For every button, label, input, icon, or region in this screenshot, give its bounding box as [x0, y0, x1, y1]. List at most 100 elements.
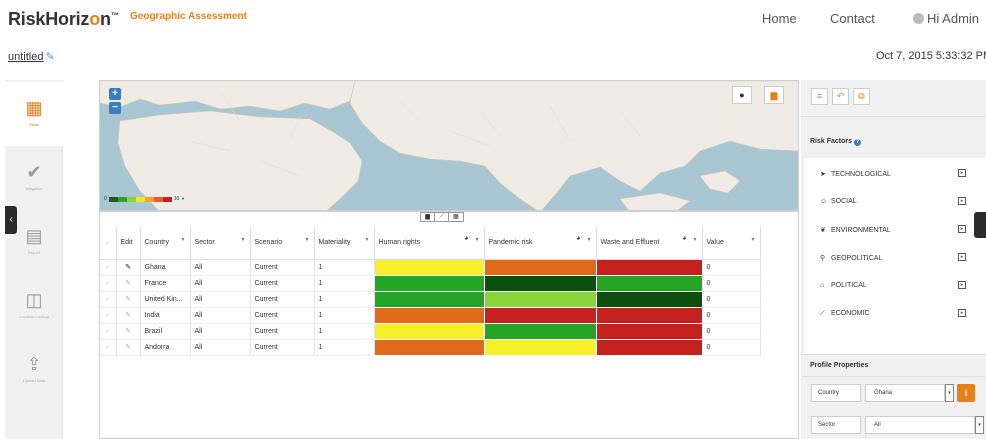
list-icon[interactable]: ≡: [811, 88, 828, 105]
chevron-down-icon[interactable]: ▾: [945, 384, 954, 402]
row-checkbox[interactable]: ✓: [100, 259, 117, 276]
row-checkbox[interactable]: ✓: [100, 339, 117, 356]
sector-select[interactable]: All: [865, 416, 975, 434]
country-select[interactable]: Ghana: [865, 384, 945, 402]
table-row[interactable]: ✓ ✎ United Kin... All Current 1 0: [100, 290, 761, 308]
heat-cell[interactable]: [483, 338, 597, 356]
column-header-scenario[interactable]: Scenario ▾: [250, 227, 315, 260]
globe-icon[interactable]: ◕: [682, 235, 686, 242]
chevron-down-icon[interactable]: ▾: [181, 236, 184, 243]
risk-factor-political[interactable]: ⌂ POLITICAL ▸: [820, 281, 970, 289]
heat-cell[interactable]: [373, 290, 485, 308]
world-map[interactable]: + − ● ▆ 0 10 ●: [99, 80, 799, 211]
zoom-out-button[interactable]: −: [109, 102, 121, 114]
expand-icon[interactable]: ▸: [958, 225, 966, 233]
heat-cell[interactable]: [483, 274, 597, 292]
table-row[interactable]: ✓ ✎ Ghana All Current 1 0: [100, 258, 761, 276]
edit-pencil-icon[interactable]: ✎: [116, 291, 141, 308]
edit-pencil-icon[interactable]: ✎: [116, 323, 141, 340]
cell-country: Andorra: [140, 339, 191, 356]
sidebar-item-map[interactable]: ◫ Location Lookup: [5, 274, 63, 338]
table-row[interactable]: ✓ ✎ Andorra All Current 1 0: [100, 338, 761, 356]
table-row[interactable]: ✓ ✎ Brazil All Current 1 0: [100, 322, 761, 340]
collapse-left-tab[interactable]: ‹: [5, 206, 17, 234]
info-icon[interactable]: i: [957, 384, 975, 402]
select-all-checkbox[interactable]: ✓: [100, 227, 117, 260]
column-header-value[interactable]: Value ▾: [702, 227, 761, 260]
sidebar-item-upload[interactable]: ⇪ Upload Data: [5, 338, 63, 402]
risk-factor-economic[interactable]: ⟋ ECONOMIC ▸: [820, 309, 970, 318]
table-row[interactable]: ✓ ✎ India All Current 1 0: [100, 306, 761, 324]
expand-icon[interactable]: ▸: [958, 197, 966, 205]
risk-factor-geopolitical[interactable]: ⚲ GEOPOLITICAL ▸: [820, 253, 970, 262]
edit-name-icon[interactable]: ✎: [45, 50, 54, 63]
edit-pencil-icon[interactable]: ✎: [116, 275, 141, 292]
column-header-sector[interactable]: Sector ▾: [190, 227, 251, 260]
column-header-waste-and-effluent[interactable]: Waste and Effluent ▾ ◕: [596, 227, 703, 260]
app-logo[interactable]: RiskHorizon™: [8, 9, 119, 30]
edit-pencil-icon[interactable]: ✎: [116, 339, 141, 356]
risk-factor-environmental[interactable]: ❦ ENVIRONMENTAL ▸: [820, 225, 970, 234]
heat-cell[interactable]: [483, 258, 597, 276]
legend-help-icon[interactable]: ●: [181, 196, 184, 202]
chevron-down-icon[interactable]: ▾: [241, 236, 244, 243]
column-header-pandemic-risk[interactable]: Pandemic risk ▾ ◕: [484, 227, 597, 260]
sidebar-item-table[interactable]: ▦ Table: [5, 82, 63, 146]
sidebar-item-check[interactable]: ✔ Mitigation: [5, 146, 63, 210]
chevron-down-icon[interactable]: ▾: [305, 236, 308, 243]
map-globe-button[interactable]: ●: [732, 86, 752, 104]
heat-cell[interactable]: [595, 274, 703, 292]
chevron-down-icon[interactable]: ▾: [693, 236, 696, 243]
risk-factor-technological[interactable]: ➤ TECHNOLOGICAL ▸: [820, 169, 970, 178]
view-line-button[interactable]: ⟋: [435, 213, 449, 221]
edit-pencil-icon[interactable]: ✎: [116, 259, 141, 276]
undo-icon[interactable]: ↶: [832, 88, 849, 105]
chevron-down-icon[interactable]: ▾: [475, 236, 478, 243]
row-checkbox[interactable]: ✓: [100, 275, 117, 292]
user-menu[interactable]: Hi Admin: [913, 11, 979, 26]
heat-cell[interactable]: [373, 258, 485, 276]
heat-cell[interactable]: [595, 338, 703, 356]
row-checkbox[interactable]: ✓: [100, 323, 117, 340]
heat-cell[interactable]: [373, 274, 485, 292]
heat-cell[interactable]: [595, 306, 703, 324]
heat-cell[interactable]: [595, 258, 703, 276]
column-header-edit[interactable]: Edit: [116, 227, 141, 260]
map-chart-button[interactable]: ▆: [764, 86, 784, 104]
row-checkbox[interactable]: ✓: [100, 291, 117, 308]
heat-cell[interactable]: [483, 290, 597, 308]
heat-cell[interactable]: [483, 322, 597, 340]
chevron-down-icon[interactable]: ▾: [751, 236, 754, 243]
column-header-country[interactable]: Country ▾: [140, 227, 191, 260]
chevron-down-icon[interactable]: ▾: [365, 236, 368, 243]
nav-home-link[interactable]: Home: [762, 11, 797, 26]
column-header-materiality[interactable]: Materiality ▾: [314, 227, 375, 260]
heat-cell[interactable]: [373, 322, 485, 340]
heat-cell[interactable]: [595, 322, 703, 340]
globe-icon[interactable]: ◕: [464, 235, 468, 242]
heat-cell[interactable]: [373, 306, 485, 324]
expand-icon[interactable]: ▸: [958, 169, 966, 177]
collapse-right-tab[interactable]: [974, 212, 986, 238]
copy-icon[interactable]: ⧉: [853, 88, 870, 105]
row-checkbox[interactable]: ✓: [100, 307, 117, 324]
zoom-in-button[interactable]: +: [109, 88, 121, 100]
table-row[interactable]: ✓ ✎ France All Current 1 0: [100, 274, 761, 292]
expand-icon[interactable]: ▸: [958, 309, 966, 317]
chevron-down-icon[interactable]: ▾: [587, 236, 590, 243]
chevron-down-icon[interactable]: ▾: [975, 416, 984, 434]
view-table-button[interactable]: ▦: [449, 213, 463, 221]
edit-pencil-icon[interactable]: ✎: [116, 307, 141, 324]
document-name[interactable]: untitled ✎: [8, 50, 55, 63]
column-header-human-rights[interactable]: Human rights ▾ ◕: [374, 227, 485, 260]
expand-icon[interactable]: ▸: [958, 281, 966, 289]
heat-cell[interactable]: [373, 338, 485, 356]
view-chart-button[interactable]: ▆: [421, 213, 435, 221]
risk-factor-social[interactable]: ☺ SOCIAL ▸: [820, 197, 970, 205]
nav-contact-link[interactable]: Contact: [830, 11, 875, 26]
expand-icon[interactable]: ▸: [958, 253, 966, 261]
help-icon[interactable]: ?: [854, 139, 862, 146]
heat-cell[interactable]: [483, 306, 597, 324]
heat-cell[interactable]: [595, 290, 703, 308]
globe-icon[interactable]: ◕: [576, 235, 580, 242]
